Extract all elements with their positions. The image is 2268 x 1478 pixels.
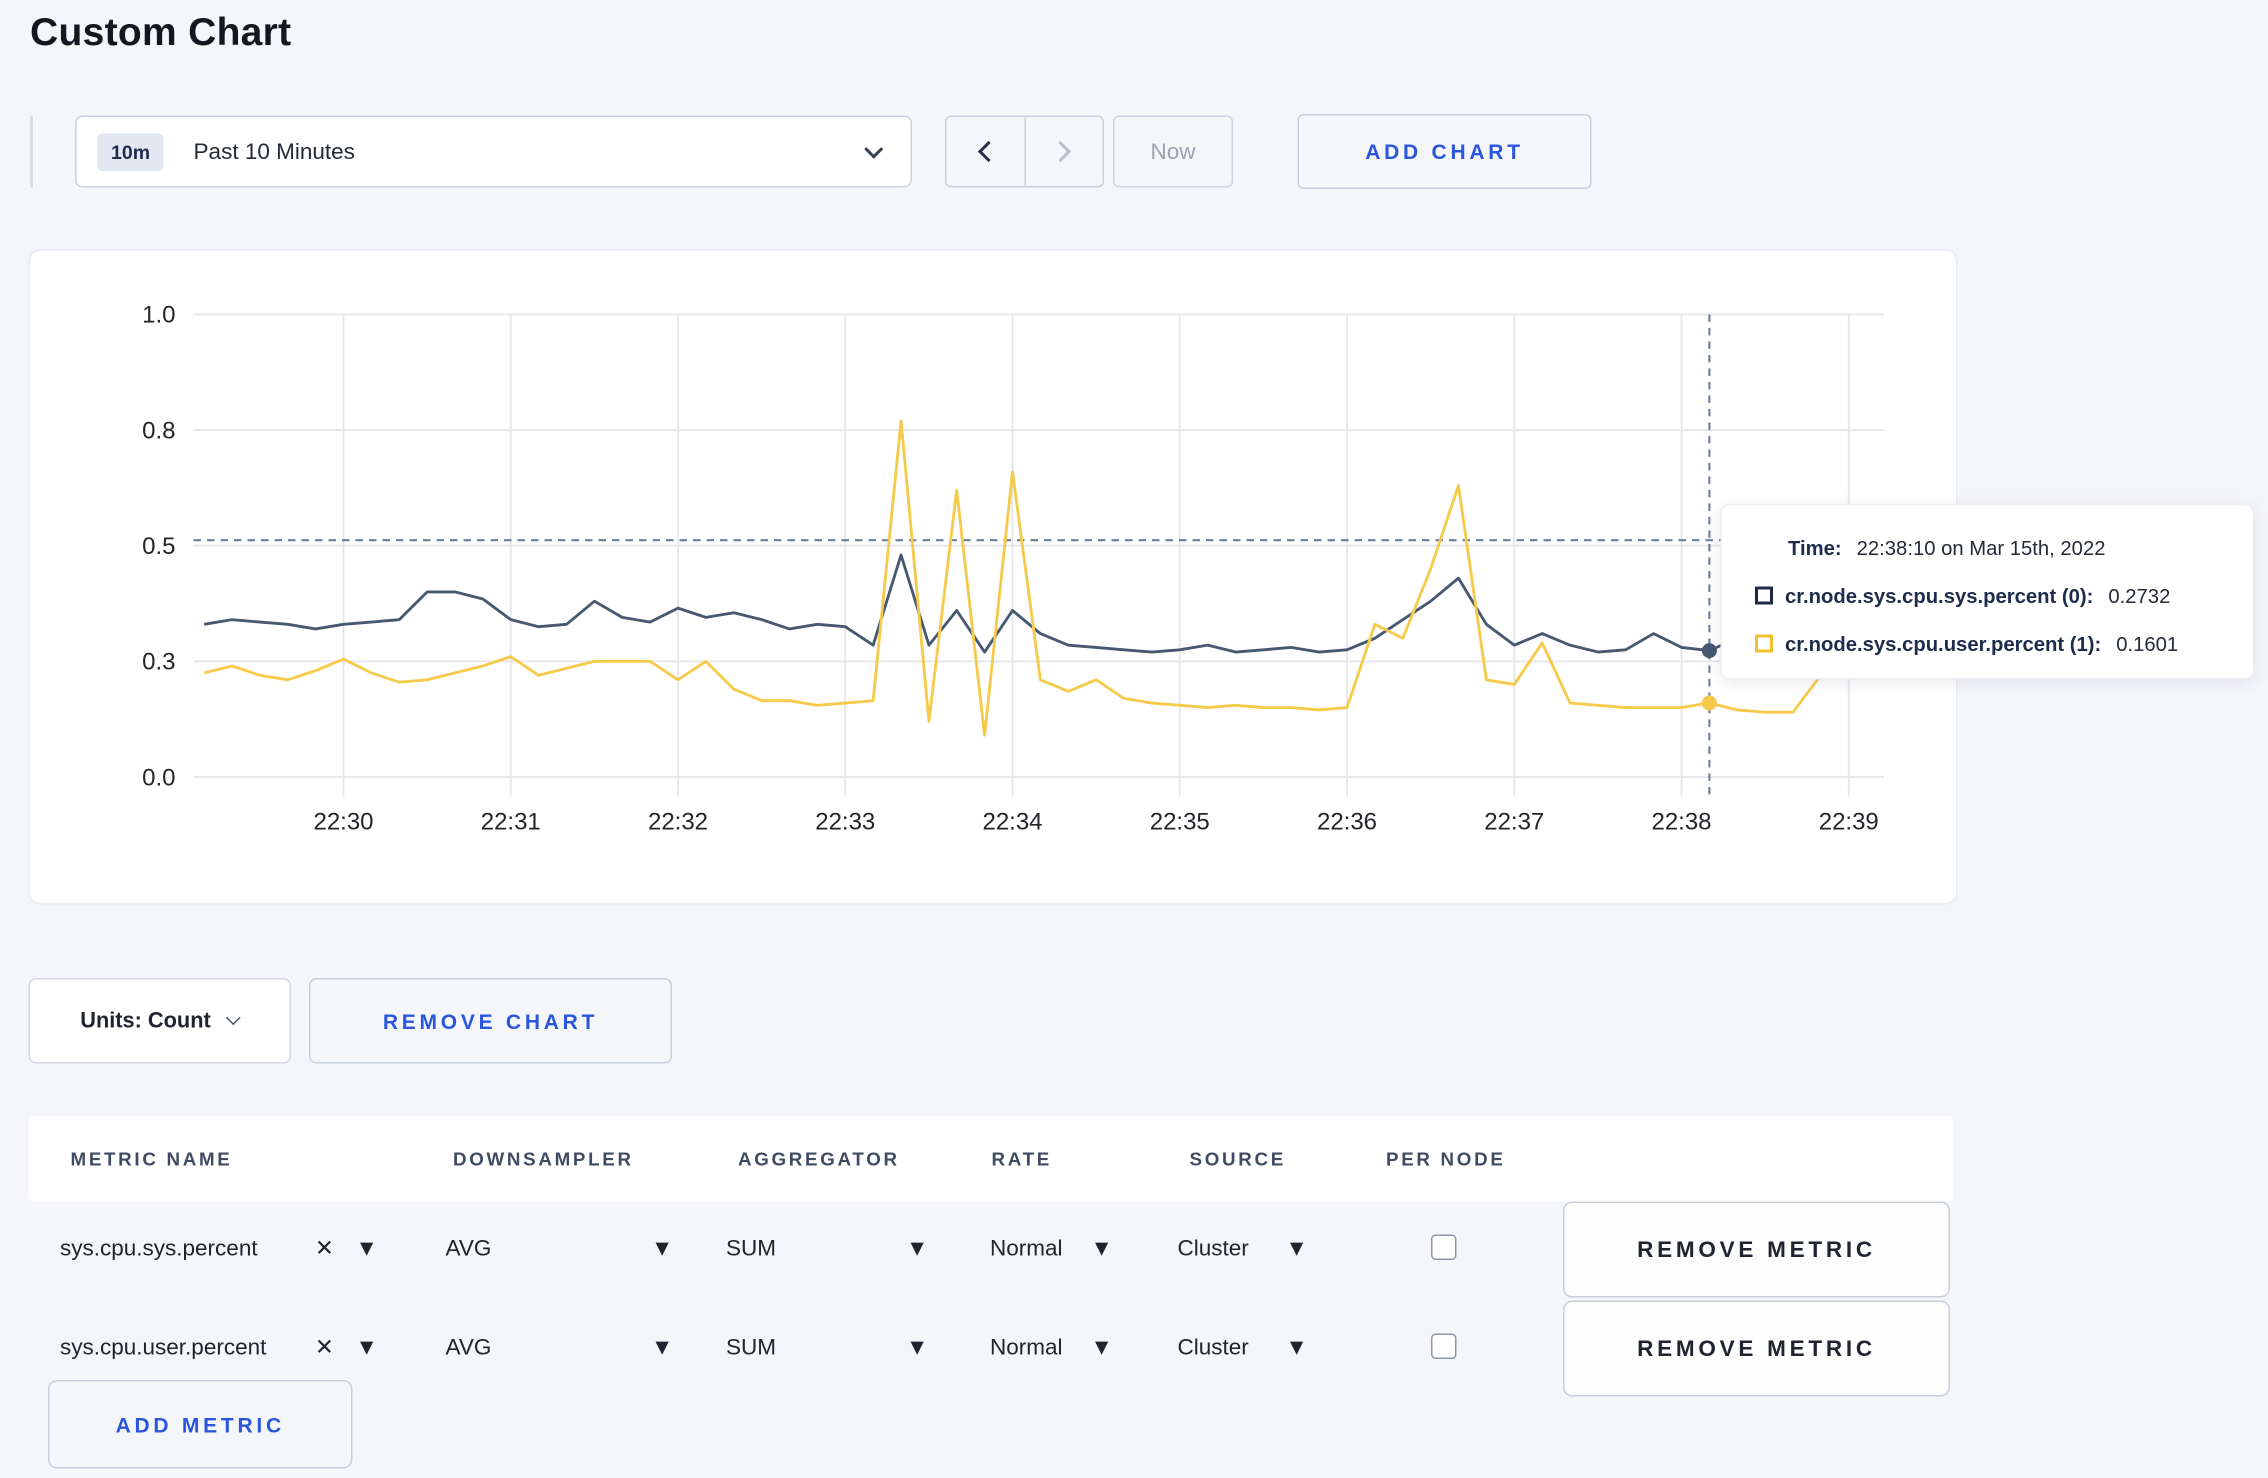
- source-select[interactable]: Cluster: [1178, 1299, 1249, 1395]
- x-tick-label: 22:36: [1317, 809, 1377, 836]
- col-per-node: PER NODE: [1386, 1148, 1506, 1170]
- next-time-button[interactable]: [1023, 117, 1103, 186]
- metric-name-select[interactable]: sys.cpu.sys.percent: [60, 1200, 258, 1296]
- tooltip-time-label: Time:: [1788, 536, 1842, 559]
- page-title: Custom Chart: [30, 9, 292, 54]
- tooltip-time-row: Time: 22:38:10 on Mar 15th, 2022: [1755, 531, 2232, 564]
- col-aggregator: AGGREGATOR: [738, 1148, 900, 1170]
- chevron-down-icon[interactable]: ▼: [651, 1200, 673, 1296]
- chevron-down-icon[interactable]: ▼: [1091, 1299, 1113, 1395]
- crosshair-point-1: [1701, 695, 1717, 711]
- crosshair-point-0: [1701, 643, 1717, 659]
- y-tick-label: 0.0: [142, 764, 175, 791]
- chevron-down-icon: [226, 1010, 242, 1026]
- now-button[interactable]: Now: [1113, 115, 1233, 188]
- chevron-down-icon[interactable]: ▼: [1286, 1200, 1308, 1296]
- tooltip-series-value: 0.1601: [2116, 632, 2179, 655]
- x-tick-label: 22:33: [815, 809, 875, 836]
- tooltip-series-row: cr.node.sys.cpu.sys.percent (0): 0.2732: [1755, 579, 2232, 612]
- chart-card: 0.0 0.3 0.5 0.8 1.0 22:30 22:31 22:32 22:33 22:34…: [28, 249, 1958, 905]
- x-tick-label: 22:34: [982, 809, 1042, 836]
- units-dropdown[interactable]: Units: Count: [28, 978, 291, 1064]
- metrics-table-header: METRIC NAME DOWNSAMPLER AGGREGATOR RATE …: [28, 1116, 1953, 1202]
- series-line-1: [203, 419, 1906, 737]
- tooltip-series-name: cr.node.sys.cpu.sys.percent (0):: [1785, 584, 2094, 607]
- rate-select[interactable]: Normal: [990, 1299, 1063, 1395]
- downsampler-select[interactable]: AVG: [446, 1200, 492, 1296]
- sys-percent-swatch-icon: [1755, 586, 1773, 605]
- prev-time-button[interactable]: [947, 117, 1024, 186]
- y-tick-label: 0.3: [142, 649, 175, 676]
- chevron-down-icon[interactable]: ▼: [906, 1299, 928, 1395]
- x-tick-label: 22:32: [648, 809, 708, 836]
- table-row: sys.cpu.sys.percent ✕ ▼ AVG ▼ SUM ▼ Norm…: [29, 1200, 1954, 1298]
- clear-metric-icon[interactable]: ✕: [315, 1200, 334, 1296]
- rate-select[interactable]: Normal: [990, 1200, 1063, 1296]
- downsampler-select[interactable]: AVG: [446, 1299, 492, 1395]
- timeseries-chart[interactable]: 0.0 0.3 0.5 0.8 1.0 22:30 22:31 22:32 22:33 22:34…: [30, 251, 1956, 904]
- y-tick-label: 1.0: [142, 302, 175, 329]
- tooltip-time-value: 22:38:10 on Mar 15th, 2022: [1856, 536, 2106, 559]
- col-source: SOURCE: [1189, 1148, 1286, 1170]
- time-range-badge: 10m: [97, 132, 164, 171]
- chevron-down-icon[interactable]: ▼: [906, 1200, 928, 1296]
- time-pager: [945, 115, 1104, 188]
- per-node-checkbox[interactable]: [1431, 1333, 1457, 1359]
- y-tick-label: 0.8: [142, 417, 175, 444]
- aggregator-select[interactable]: SUM: [726, 1200, 776, 1296]
- chevron-down-icon: [864, 138, 884, 159]
- add-metric-button[interactable]: ADD METRIC: [48, 1380, 353, 1469]
- remove-metric-button[interactable]: REMOVE METRIC: [1563, 1300, 1950, 1397]
- tooltip-series-row: cr.node.sys.cpu.user.percent (1): 0.1601: [1755, 627, 2232, 660]
- chart-tooltip: Time: 22:38:10 on Mar 15th, 2022 cr.node…: [1720, 504, 2255, 680]
- custom-chart-page: Custom Chart 10m Past 10 Minutes Now ADD…: [0, 0, 2268, 1478]
- source-select[interactable]: Cluster: [1178, 1200, 1249, 1296]
- time-range-label: Past 10 Minutes: [193, 138, 355, 165]
- x-tick-label: 22:37: [1484, 809, 1544, 836]
- tooltip-series-name: cr.node.sys.cpu.user.percent (1):: [1785, 632, 2102, 655]
- chevron-down-icon[interactable]: ▼: [1091, 1200, 1113, 1296]
- col-rate: RATE: [991, 1148, 1052, 1170]
- chevron-down-icon[interactable]: ▼: [651, 1299, 673, 1395]
- tooltip-series-value: 0.2732: [2108, 584, 2171, 607]
- add-chart-button[interactable]: ADD CHART: [1297, 114, 1592, 189]
- time-range-dropdown[interactable]: 10m Past 10 Minutes: [75, 115, 912, 188]
- toolbar-divider: [30, 115, 33, 188]
- units-label: Units: Count: [80, 1008, 211, 1033]
- col-downsampler: DOWNSAMPLER: [453, 1148, 634, 1170]
- chevron-down-icon[interactable]: ▼: [356, 1200, 378, 1296]
- x-tick-label: 22:30: [313, 809, 373, 836]
- x-tick-label: 22:39: [1819, 809, 1879, 836]
- chevron-down-icon[interactable]: ▼: [1286, 1299, 1308, 1395]
- aggregator-select[interactable]: SUM: [726, 1299, 776, 1395]
- chevron-left-icon: [977, 140, 999, 163]
- user-percent-swatch-icon: [1755, 634, 1773, 653]
- x-tick-label: 22:35: [1150, 809, 1210, 836]
- col-metric-name: METRIC NAME: [70, 1148, 233, 1170]
- x-tick-label: 22:38: [1651, 809, 1711, 836]
- chevron-right-icon: [1050, 140, 1072, 163]
- remove-chart-button[interactable]: REMOVE CHART: [309, 978, 672, 1064]
- y-tick-label: 0.5: [142, 533, 175, 560]
- series-line-0: [203, 553, 1905, 654]
- per-node-checkbox[interactable]: [1431, 1234, 1457, 1260]
- chevron-down-icon[interactable]: ▼: [356, 1299, 378, 1395]
- remove-metric-button[interactable]: REMOVE METRIC: [1563, 1201, 1950, 1298]
- x-tick-label: 22:31: [481, 809, 541, 836]
